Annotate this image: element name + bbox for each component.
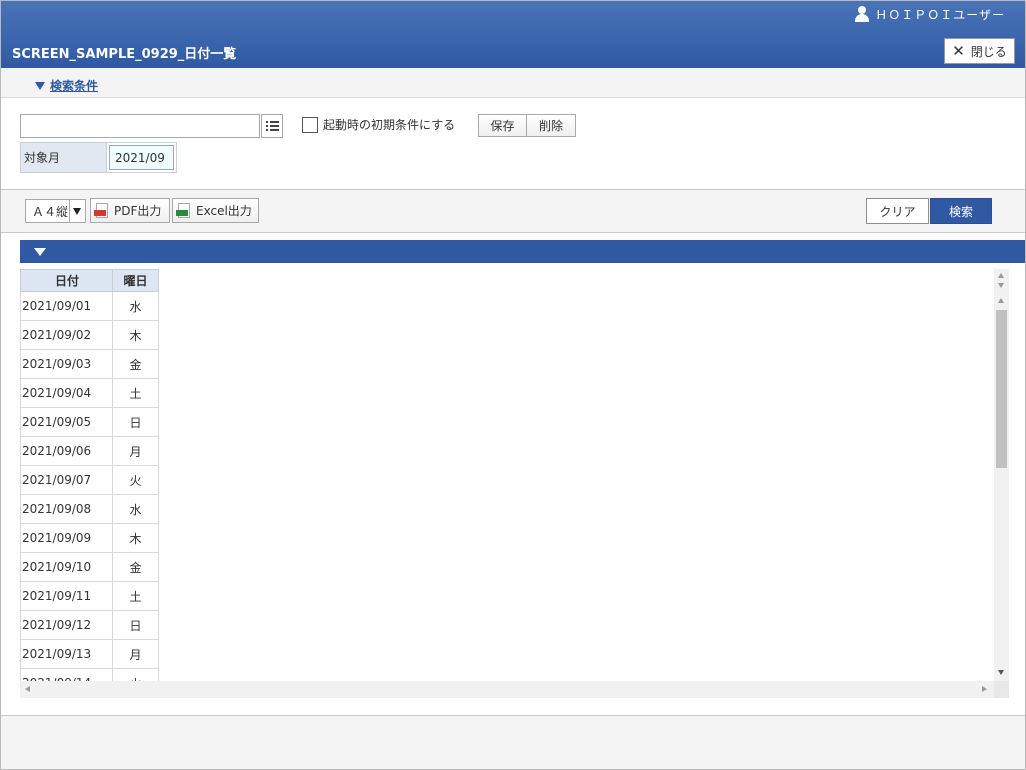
page-title: SCREEN_SAMPLE_0929_日付一覧 xyxy=(12,47,237,62)
table-row[interactable]: 2021/09/03 金 xyxy=(20,349,159,379)
condition-button-group: 保存 削除 xyxy=(478,114,576,137)
weekday-cell[interactable]: 水 xyxy=(112,494,159,524)
pdf-icon xyxy=(94,203,108,218)
scroll-down-icon[interactable] xyxy=(998,670,1004,675)
weekday-cell[interactable]: 水 xyxy=(112,291,159,321)
scroll-up-icon[interactable] xyxy=(998,273,1004,278)
startup-default-checkbox[interactable]: 起動時の初期条件にする xyxy=(302,116,455,133)
scroll-left-icon[interactable] xyxy=(25,686,30,692)
triangle-down-icon xyxy=(34,248,46,256)
search-condition-label: 検索条件 xyxy=(50,79,99,93)
scroll-up-icon[interactable] xyxy=(998,298,1004,303)
excel-icon xyxy=(176,203,190,218)
user-info[interactable]: ＨＯＩＰＯＩユーザー xyxy=(855,5,1005,23)
chevron-down-icon[interactable] xyxy=(68,200,85,222)
list-icon-line xyxy=(265,125,279,127)
scroll-right-icon[interactable] xyxy=(982,686,987,692)
weekday-cell[interactable]: 月 xyxy=(112,436,159,466)
app-window: ＨＯＩＰＯＩユーザー SCREEN_SAMPLE_0929_日付一覧 ✕ 閉じる… xyxy=(0,0,1026,770)
weekday-cell[interactable]: 火 xyxy=(112,465,159,495)
date-cell[interactable]: 2021/09/12 xyxy=(20,610,113,640)
app-header: ＨＯＩＰＯＩユーザー SCREEN_SAMPLE_0929_日付一覧 ✕ 閉じる xyxy=(1,1,1025,68)
excel-export-label: Excel出力 xyxy=(196,204,252,218)
target-month-input[interactable]: 2021/09 xyxy=(109,145,174,170)
pdf-export-label: PDF出力 xyxy=(114,204,162,218)
weekday-cell[interactable]: 金 xyxy=(112,552,159,582)
date-cell[interactable]: 2021/09/09 xyxy=(20,523,113,553)
search-condition-panel: 起動時の初期条件にする 保存 削除 対象月 2021/09 xyxy=(1,98,1025,190)
weekday-cell[interactable]: 木 xyxy=(112,320,159,350)
date-cell[interactable]: 2021/09/07 xyxy=(20,465,113,495)
date-cell[interactable]: 2021/09/08 xyxy=(20,494,113,524)
weekday-cell[interactable]: 日 xyxy=(112,610,159,640)
date-cell[interactable]: 2021/09/13 xyxy=(20,639,113,669)
column-header-weekday[interactable]: 曜日 xyxy=(112,269,159,292)
date-list-grid: 日付 曜日 2021/09/01 水 2021/09/02 木 2021/09/03 金 2… xyxy=(20,269,1010,698)
date-cell[interactable]: 2021/09/04 xyxy=(20,378,113,408)
scroll-down-icon[interactable] xyxy=(998,283,1004,288)
date-table: 日付 曜日 2021/09/01 水 2021/09/02 木 2021/09/03 金 2… xyxy=(20,269,159,698)
list-icon xyxy=(265,121,279,123)
search-condition-toggle[interactable]: 検索条件 xyxy=(35,77,98,94)
checkbox-box[interactable] xyxy=(302,116,318,133)
table-row[interactable]: 2021/09/01 水 xyxy=(20,291,159,321)
list-icon-line xyxy=(265,129,279,131)
weekday-cell[interactable]: 月 xyxy=(112,639,159,669)
close-button-label: 閉じる xyxy=(970,44,1007,59)
date-cell[interactable]: 2021/09/01 xyxy=(20,291,113,321)
table-row[interactable]: 2021/09/10 金 xyxy=(20,552,159,582)
table-row[interactable]: 2021/09/09 木 xyxy=(20,523,159,553)
scroll-corner xyxy=(994,681,1009,698)
search-button[interactable]: 検索 xyxy=(930,198,992,224)
table-row[interactable]: 2021/09/08 水 xyxy=(20,494,159,524)
table-row[interactable]: 2021/09/07 火 xyxy=(20,465,159,495)
date-cell[interactable]: 2021/09/10 xyxy=(20,552,113,582)
close-button[interactable]: ✕ 閉じる xyxy=(944,38,1015,64)
date-cell[interactable]: 2021/09/05 xyxy=(20,407,113,437)
table-row[interactable]: 2021/09/02 木 xyxy=(20,320,159,350)
pdf-export-button[interactable]: PDF出力 xyxy=(90,198,170,223)
weekday-cell[interactable]: 日 xyxy=(112,407,159,437)
save-button[interactable]: 保存 xyxy=(478,114,527,137)
target-month-input-wrap: 2021/09 xyxy=(107,143,176,172)
table-header-row: 日付 曜日 xyxy=(20,269,159,292)
excel-export-button[interactable]: Excel出力 xyxy=(172,198,259,223)
user-icon xyxy=(855,6,870,22)
result-section-header[interactable] xyxy=(20,240,1025,263)
date-cell[interactable]: 2021/09/11 xyxy=(20,581,113,611)
delete-button[interactable]: 削除 xyxy=(527,114,576,137)
condition-list-button[interactable] xyxy=(261,114,283,138)
startup-default-label: 起動時の初期条件にする xyxy=(323,118,456,132)
footer-bar xyxy=(1,715,1025,769)
table-row[interactable]: 2021/09/13 月 xyxy=(20,639,159,669)
column-header-date[interactable]: 日付 xyxy=(20,269,113,292)
table-row[interactable]: 2021/09/12 日 xyxy=(20,610,159,640)
target-month-label: 対象月 xyxy=(21,143,107,172)
vertical-scrollbar[interactable] xyxy=(994,269,1009,681)
date-cell[interactable]: 2021/09/02 xyxy=(20,320,113,350)
close-icon: ✕ xyxy=(952,42,965,60)
date-cell[interactable]: 2021/09/06 xyxy=(20,436,113,466)
horizontal-scrollbar[interactable] xyxy=(20,681,994,698)
saved-condition-select[interactable] xyxy=(20,114,260,138)
user-name: ＨＯＩＰＯＩユーザー xyxy=(875,7,1005,22)
triangle-down-icon xyxy=(35,81,45,90)
clear-button[interactable]: クリア xyxy=(866,198,929,224)
date-cell[interactable]: 2021/09/03 xyxy=(20,349,113,379)
search-condition-bar: 検索条件 xyxy=(1,68,1025,98)
weekday-cell[interactable]: 土 xyxy=(112,581,159,611)
weekday-cell[interactable]: 土 xyxy=(112,378,159,408)
action-toolbar: Ａ４縦 PDF出力 Excel出力 クリア 検索 xyxy=(1,190,1025,233)
table-row[interactable]: 2021/09/11 土 xyxy=(20,581,159,611)
paper-size-select[interactable]: Ａ４縦 xyxy=(25,199,86,223)
weekday-cell[interactable]: 金 xyxy=(112,349,159,379)
target-month-row: 対象月 2021/09 xyxy=(20,142,177,173)
scroll-thumb[interactable] xyxy=(996,310,1007,468)
weekday-cell[interactable]: 木 xyxy=(112,523,159,553)
paper-size-value: Ａ４縦 xyxy=(32,204,69,219)
table-row[interactable]: 2021/09/04 土 xyxy=(20,378,159,408)
table-row[interactable]: 2021/09/05 日 xyxy=(20,407,159,437)
table-row[interactable]: 2021/09/06 月 xyxy=(20,436,159,466)
